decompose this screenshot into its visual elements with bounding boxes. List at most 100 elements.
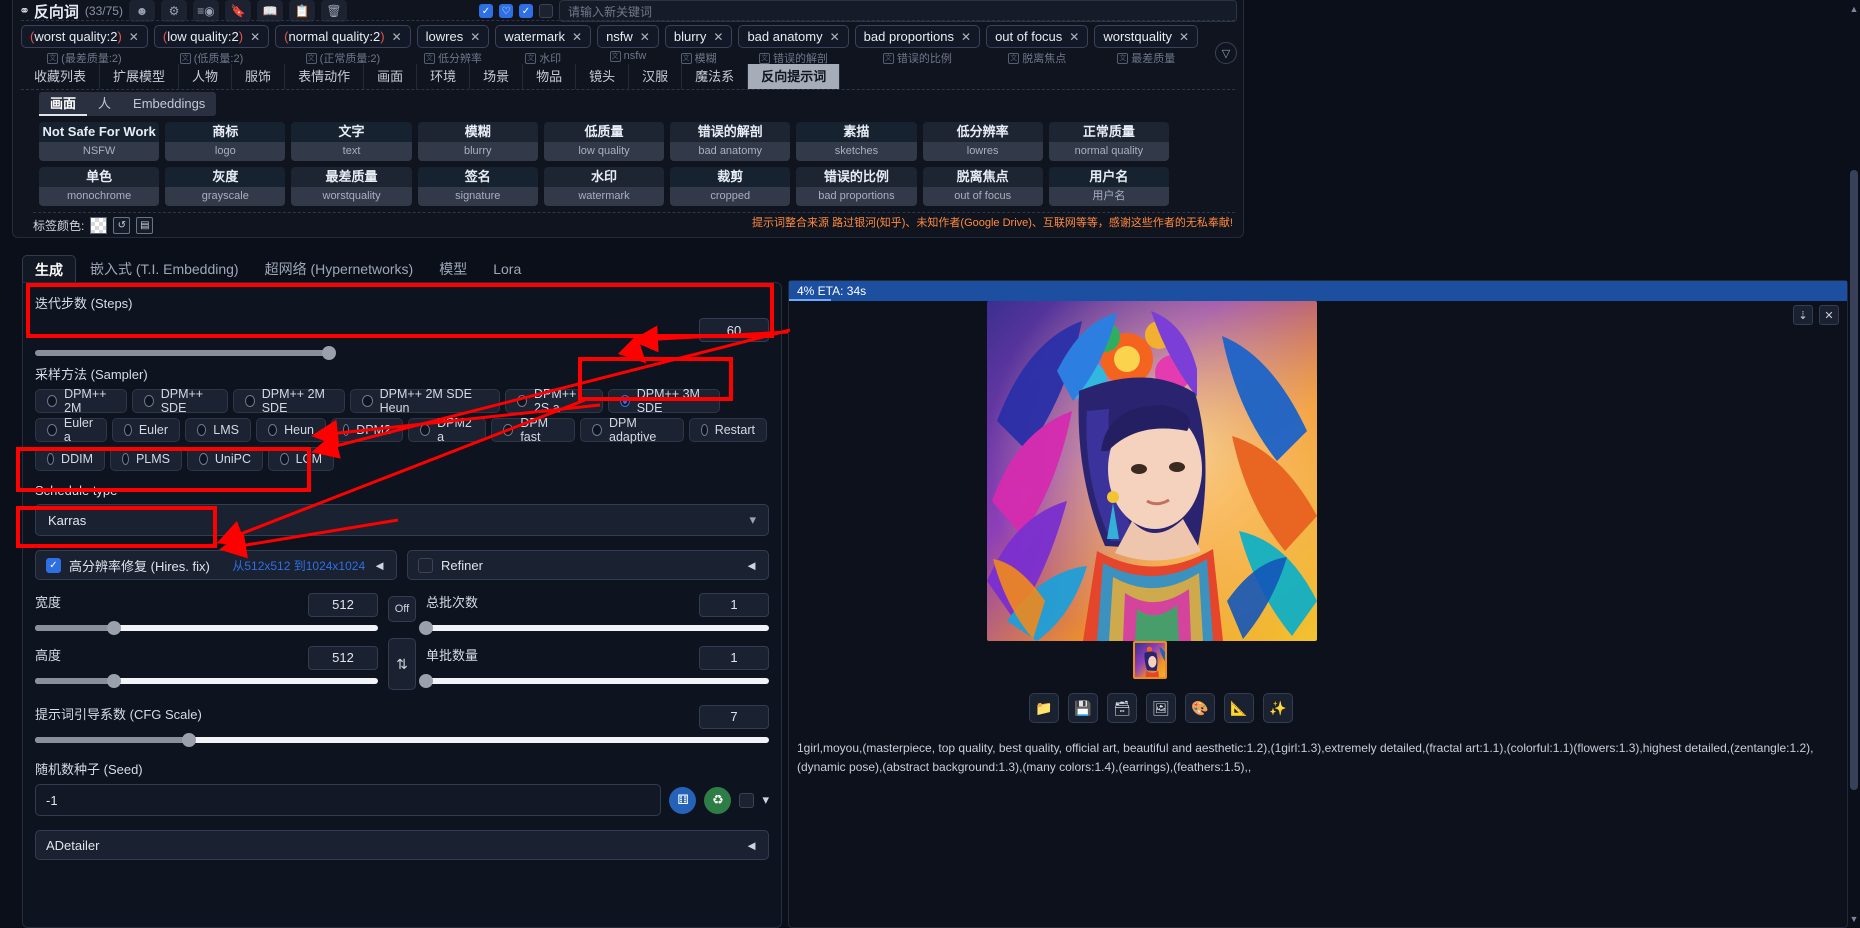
cfg-slider[interactable]: [35, 733, 769, 747]
dice-icon[interactable]: ⚅: [669, 786, 697, 814]
scrollbar-thumb[interactable]: [1850, 170, 1858, 790]
sampler-radio-dpm-sde[interactable]: DPM++ SDE: [132, 387, 228, 415]
tag-card[interactable]: 商标 logo: [165, 122, 286, 161]
cfg-value[interactable]: 7: [699, 704, 769, 729]
category-tab-4[interactable]: 表情动作: [285, 64, 365, 89]
close-icon[interactable]: ✕: [1179, 30, 1189, 44]
tag-chip-body[interactable]: out of focus ✕: [986, 25, 1089, 48]
tag-card[interactable]: 用户名 用户名: [1048, 167, 1169, 206]
gen-tab-0[interactable]: 生成: [22, 255, 76, 283]
tag-chip[interactable]: bad anatomy ✕ 文错误的解剖: [738, 25, 849, 66]
sampler-radio-dpm2-a[interactable]: DPM2 a: [408, 416, 486, 444]
translate-icon[interactable]: ≡◉: [192, 0, 219, 22]
width-value[interactable]: 512: [308, 592, 378, 617]
tag-chip[interactable]: out of focus ✕ 文脱离焦点: [986, 25, 1089, 66]
tag-card[interactable]: 正常质量 normal quality: [1048, 122, 1169, 161]
image-to-image-icon[interactable]: 🖼: [1146, 693, 1176, 723]
tag-chip[interactable]: nsfw ✕ 文 nsfw: [597, 25, 659, 62]
sub-tab-0[interactable]: 画面: [39, 92, 88, 116]
checkbox-4[interactable]: [538, 4, 553, 18]
tag-card[interactable]: 错误的解剖 bad anatomy: [670, 122, 791, 161]
tag-card[interactable]: 裁剪 cropped: [670, 167, 791, 206]
sub-tab-2[interactable]: Embeddings: [122, 92, 216, 116]
sampler-radio-dpm-3m-sde[interactable]: DPM++ 3M SDE: [608, 387, 720, 415]
tag-chip-body[interactable]: lowres ✕: [416, 25, 490, 48]
batch-count-slider[interactable]: [419, 621, 769, 635]
tag-chip-body[interactable]: (low quality:2) ✕: [153, 25, 270, 48]
checkbox-1[interactable]: ✓: [478, 4, 493, 18]
gen-tab-1[interactable]: 嵌入式 (T.I. Embedding): [78, 255, 251, 283]
triangle-left-icon[interactable]: ◄: [745, 558, 758, 573]
category-tab-10[interactable]: 汉服: [629, 64, 683, 89]
sub-tab-1[interactable]: 人: [87, 92, 122, 116]
close-icon[interactable]: ✕: [713, 30, 723, 44]
tag-card[interactable]: 水印 watermark: [543, 167, 665, 206]
close-icon[interactable]: ✕: [129, 30, 139, 44]
tag-card[interactable]: 模糊 blurry: [417, 122, 538, 161]
extras-icon[interactable]: 📐: [1224, 693, 1254, 723]
category-tab-5[interactable]: 画面: [364, 64, 418, 89]
category-tab-6[interactable]: 环境: [417, 64, 471, 89]
tag-chip[interactable]: lowres ✕ 文低分辨率: [416, 25, 490, 66]
tag-chip[interactable]: watermark ✕ 文水印: [495, 25, 592, 66]
close-icon[interactable]: ✕: [961, 30, 971, 44]
tag-chip[interactable]: (low quality:2) ✕ 文 (低质量:2): [153, 25, 270, 66]
extra-seed-checkbox[interactable]: [739, 792, 755, 808]
sparkle-icon[interactable]: ✨: [1263, 693, 1293, 723]
tag-chip[interactable]: bad proportions ✕ 文错误的比例: [854, 25, 981, 66]
category-tab-0[interactable]: 收藏列表: [21, 64, 101, 89]
sampler-radio-plms[interactable]: PLMS: [110, 447, 182, 471]
tag-chip-body[interactable]: (worst quality:2) ✕: [21, 25, 148, 48]
refiner-accordion[interactable]: Refiner ◄: [407, 550, 769, 580]
refiner-checkbox[interactable]: [418, 557, 433, 573]
sampler-radio-dpm-adaptive[interactable]: DPM adaptive: [580, 416, 684, 444]
tag-card[interactable]: 签名 signature: [417, 167, 538, 206]
sampler-radio-dpm-2m-sde-heun[interactable]: DPM++ 2M SDE Heun: [350, 387, 500, 415]
save-icon[interactable]: 💾: [1068, 693, 1098, 723]
reset-icon[interactable]: ↺: [113, 217, 131, 234]
tag-card[interactable]: Not Safe For Work NSFW: [39, 122, 160, 161]
gen-tab-2[interactable]: 超网络 (Hypernetworks): [253, 255, 426, 283]
gen-tab-4[interactable]: Lora: [481, 255, 533, 283]
trash-icon[interactable]: 🗑: [320, 0, 347, 22]
tag-chip[interactable]: worstquality ✕ 文最差质量: [1094, 25, 1199, 66]
generated-image[interactable]: [987, 301, 1317, 641]
tag-chip[interactable]: blurry ✕ 文模糊: [664, 25, 733, 66]
sampler-radio-lms[interactable]: LMS: [185, 418, 251, 442]
category-tab-1[interactable]: 扩展模型: [100, 64, 180, 89]
tag-chip-body[interactable]: nsfw ✕: [597, 25, 659, 48]
scroll-up-icon[interactable]: ▲: [1849, 4, 1859, 14]
close-icon[interactable]: ✕: [1819, 305, 1839, 325]
tag-card[interactable]: 单色 monochrome: [39, 167, 160, 206]
sampler-radio-dpm-fast[interactable]: DPM fast: [491, 416, 575, 444]
tag-card[interactable]: 低质量 low quality: [543, 122, 665, 161]
palette-icon[interactable]: ▤: [136, 217, 154, 234]
sampler-radio-dpm-2m[interactable]: DPM++ 2M: [35, 387, 127, 415]
chevron-down-icon[interactable]: ▽: [1215, 42, 1237, 64]
width-slider[interactable]: [35, 621, 378, 635]
category-tab-7[interactable]: 场景: [470, 64, 524, 89]
gear-icon[interactable]: ⚙: [160, 0, 187, 22]
tag-card[interactable]: 最差质量 worstquality: [291, 167, 412, 206]
download-icon[interactable]: ⇣: [1793, 305, 1813, 325]
batch-size-slider[interactable]: [419, 674, 769, 688]
category-tab-2[interactable]: 人物: [179, 64, 233, 89]
close-icon[interactable]: ✕: [572, 30, 582, 44]
bookmark-icon[interactable]: 🔖: [224, 0, 251, 22]
schedule-select[interactable]: Karras ▾: [35, 504, 769, 536]
tag-card[interactable]: 文字 text: [291, 122, 412, 161]
page-scrollbar[interactable]: ▲ ▼: [1848, 0, 1860, 928]
tag-card[interactable]: 素描 sketches: [796, 122, 917, 161]
inpaint-icon[interactable]: 🎨: [1185, 693, 1215, 723]
hires-fix-accordion[interactable]: ✓ 高分辨率修复 (Hires. fix) 从512x512 到1024x102…: [35, 550, 397, 580]
chevron-down-icon[interactable]: ▾: [762, 792, 769, 808]
batch-size-value[interactable]: 1: [699, 645, 769, 670]
tag-chip-body[interactable]: watermark ✕: [495, 25, 592, 48]
close-icon[interactable]: ✕: [392, 30, 402, 44]
checker-swatch-icon[interactable]: [90, 217, 108, 234]
sampler-radio-ddim[interactable]: DDIM: [35, 447, 105, 471]
sampler-radio-restart[interactable]: Restart: [689, 418, 767, 442]
tag-chip[interactable]: (normal quality:2) ✕ 文 (正常质量:2): [275, 25, 411, 66]
mask-icon[interactable]: ☻: [128, 0, 155, 22]
height-slider[interactable]: [35, 674, 378, 688]
